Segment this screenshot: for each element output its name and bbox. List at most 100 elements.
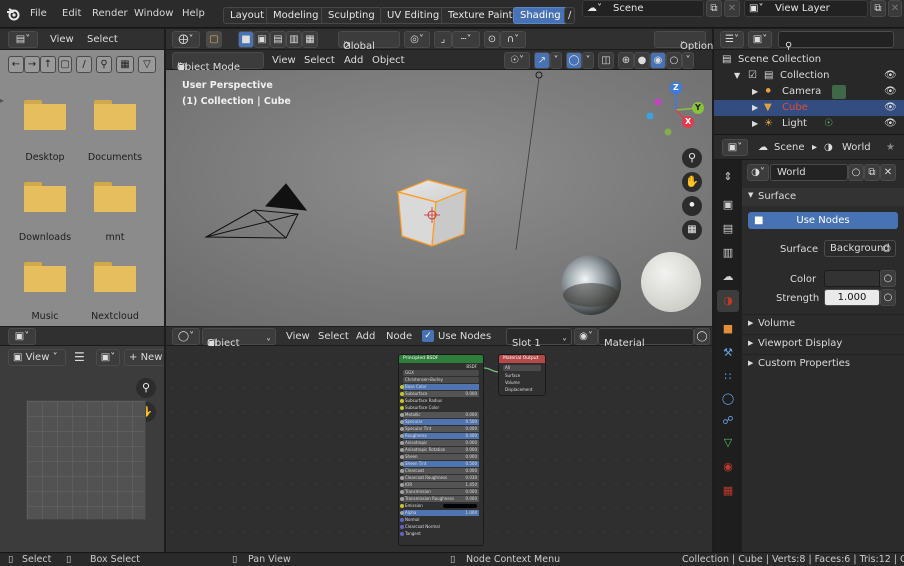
bsdf-input-row[interactable]: Roughness 0.400 bbox=[400, 433, 479, 439]
render-tab-icon[interactable]: ▣ bbox=[717, 194, 739, 216]
output-input-row[interactable]: Volume bbox=[503, 380, 541, 386]
view-layer-tab-icon[interactable]: ▥ bbox=[717, 242, 739, 264]
hamburger-menu-icon[interactable]: ☰ bbox=[74, 350, 85, 364]
output-target-dropdown[interactable]: All bbox=[503, 365, 541, 371]
shading-rendered-icon[interactable]: ○ bbox=[666, 52, 682, 69]
camera-view-icon[interactable]: ⚫ bbox=[682, 196, 702, 216]
socket-icon[interactable] bbox=[400, 427, 404, 431]
emission-swatch[interactable] bbox=[443, 504, 477, 508]
menu-help[interactable]: Help bbox=[182, 8, 205, 19]
texture-tab-icon[interactable]: ▦ bbox=[717, 480, 739, 502]
folder-label[interactable]: Documents bbox=[78, 152, 152, 163]
socket-icon[interactable] bbox=[400, 448, 404, 452]
bsdf-input-row[interactable]: Anisotropic 0.000 bbox=[400, 440, 479, 446]
pin-icon[interactable]: ★ bbox=[886, 142, 895, 153]
use-nodes-checkbox[interactable]: ✓ bbox=[422, 330, 434, 342]
shader-type-dropdown[interactable]: ▣ Object ˅ bbox=[202, 328, 276, 349]
strength-link-icon[interactable]: ○ bbox=[880, 289, 896, 306]
select-mode-intersect-icon[interactable]: ▦ bbox=[302, 31, 318, 48]
folder-icon[interactable] bbox=[94, 262, 136, 292]
tab-texture-paint[interactable]: Texture Paint bbox=[441, 7, 520, 24]
breadcrumb-scene[interactable]: Scene bbox=[774, 142, 805, 153]
bsdf-input-row[interactable]: Alpha 1.000 bbox=[400, 510, 479, 516]
slot-dropdown[interactable]: Slot 1 ˅ bbox=[506, 328, 572, 349]
socket-icon[interactable] bbox=[400, 420, 404, 424]
bsdf-input-row[interactable]: Tangent bbox=[400, 531, 479, 537]
strength-field[interactable]: 1.000 bbox=[824, 289, 880, 306]
bsdf-input-row[interactable]: Specular 0.500 bbox=[400, 419, 479, 425]
ne-menu-add[interactable]: Add bbox=[356, 331, 375, 342]
vp-menu-add[interactable]: Add bbox=[344, 55, 363, 66]
socket-icon[interactable] bbox=[400, 406, 404, 410]
pivot-point-dropdown[interactable]: ◎˅ bbox=[404, 31, 430, 48]
folder-icon[interactable] bbox=[94, 100, 136, 130]
socket-icon[interactable] bbox=[400, 385, 404, 389]
proportional-edit-icon[interactable]: ⊙ bbox=[484, 31, 500, 48]
eye-icon[interactable]: 👁 bbox=[884, 68, 897, 84]
socket-icon[interactable] bbox=[400, 469, 404, 473]
new-image-button[interactable]: + New bbox=[124, 349, 164, 366]
bsdf-input-row[interactable]: Subsurface 0.000 bbox=[400, 391, 479, 397]
material-output-node[interactable]: Material Output All Surface Volume Displac… bbox=[498, 354, 546, 396]
transform-orientation-dropdown[interactable]: ↗ Global ˅ bbox=[338, 31, 400, 52]
editor-type-button[interactable]: ▣˅ bbox=[722, 139, 748, 156]
socket-icon[interactable] bbox=[400, 532, 404, 536]
side-collapse-arrow[interactable]: ▸ bbox=[0, 96, 6, 106]
gizmo-toggle-icon[interactable]: ↗ bbox=[534, 52, 550, 69]
socket-icon[interactable] bbox=[400, 441, 404, 445]
options-dropdown[interactable]: Options ˅ bbox=[654, 31, 719, 52]
view-mode-dropdown[interactable]: ▣ View ˅ bbox=[8, 349, 66, 366]
bsdf-dropdown[interactable]: GGX bbox=[403, 370, 479, 376]
subpanel-custom-properties[interactable]: ▶ Custom Properties bbox=[742, 354, 904, 372]
socket-icon[interactable] bbox=[400, 490, 404, 494]
folder-icon[interactable] bbox=[24, 100, 66, 130]
modifier-tab-icon[interactable]: ⚒ bbox=[717, 342, 739, 364]
outliner-item-camera[interactable]: ▶ ⚫ Camera 👁 bbox=[714, 84, 904, 100]
vp-menu-select[interactable]: Select bbox=[304, 55, 335, 66]
gizmo-dropdown[interactable]: ˅ bbox=[550, 52, 562, 69]
folder-label[interactable]: mnt bbox=[78, 232, 152, 243]
particles-tab-icon[interactable]: ∷ bbox=[717, 366, 739, 388]
fake-user-icon[interactable]: ○ bbox=[848, 164, 864, 181]
bsdf-input-row[interactable]: Subsurface Color bbox=[400, 405, 479, 411]
tool-select-icon[interactable]: ▢ bbox=[206, 31, 222, 48]
select-mode-invert-icon[interactable]: ▥ bbox=[286, 31, 302, 48]
bsdf-input-row[interactable]: Clearcoat Roughness 0.030 bbox=[400, 475, 479, 481]
bsdf-input-row[interactable]: Subsurface Radius bbox=[400, 398, 479, 404]
eye-icon[interactable]: 👁 bbox=[884, 100, 897, 116]
bsdf-input-row[interactable]: Sheen 0.000 bbox=[400, 454, 479, 460]
delete-view-layer-icon[interactable]: ✕ bbox=[888, 0, 902, 17]
tab-modeling[interactable]: Modeling bbox=[266, 7, 326, 24]
surface-panel-header[interactable]: ▼ Surface bbox=[742, 188, 904, 206]
output-input-row[interactable]: Displacement bbox=[503, 387, 541, 393]
fake-user-icon[interactable]: ◯ bbox=[694, 328, 710, 345]
tab-more[interactable]: / bbox=[564, 7, 576, 24]
tab-uv-editing[interactable]: UV Editing bbox=[380, 7, 447, 24]
unlink-world-icon[interactable]: ✕ bbox=[880, 164, 896, 181]
bsdf-input-row[interactable]: Clearcoat Normal bbox=[400, 524, 479, 530]
3d-viewport[interactable]: User Perspective (1) Collection | Cube Z… bbox=[166, 70, 712, 326]
socket-icon[interactable] bbox=[400, 455, 404, 459]
bsdf-input-row[interactable]: Normal bbox=[400, 517, 479, 523]
node-editor[interactable]: Principled BSDF BSDF GGX Christensen-Burl… bbox=[166, 346, 712, 552]
menu-window[interactable]: Window bbox=[134, 8, 173, 19]
falloff-dropdown[interactable]: ∩˅ bbox=[500, 31, 526, 48]
fb-view-menu[interactable]: View bbox=[50, 34, 74, 45]
visibility-dropdown[interactable]: ☉˅ bbox=[504, 52, 530, 69]
folder-label[interactable]: Desktop bbox=[8, 152, 82, 163]
socket-icon[interactable] bbox=[400, 483, 404, 487]
select-mode-subtract-icon[interactable]: ▤ bbox=[270, 31, 286, 48]
filter-icon[interactable]: ▽ bbox=[138, 56, 156, 73]
new-folder-icon[interactable]: ▢ bbox=[58, 56, 72, 73]
fb-select-menu[interactable]: Select bbox=[87, 34, 118, 45]
snap-icon[interactable]: ⌟ bbox=[434, 31, 452, 48]
material-tab-icon[interactable]: ◉ bbox=[717, 456, 739, 478]
outliner-item-cube[interactable]: ▶ ▼ Cube 👁 bbox=[714, 100, 904, 116]
socket-icon[interactable] bbox=[400, 525, 404, 529]
surface-shader-dropdown[interactable]: Background ○ bbox=[824, 240, 896, 257]
outliner-search-input[interactable]: ⚲ bbox=[778, 31, 894, 52]
material-browse-dropdown[interactable]: ◉˅ bbox=[574, 328, 598, 345]
ne-menu-node[interactable]: Node bbox=[386, 331, 412, 342]
display-mode-dropdown[interactable]: ▣˅ bbox=[748, 31, 772, 48]
forward-icon[interactable]: → bbox=[24, 56, 40, 73]
